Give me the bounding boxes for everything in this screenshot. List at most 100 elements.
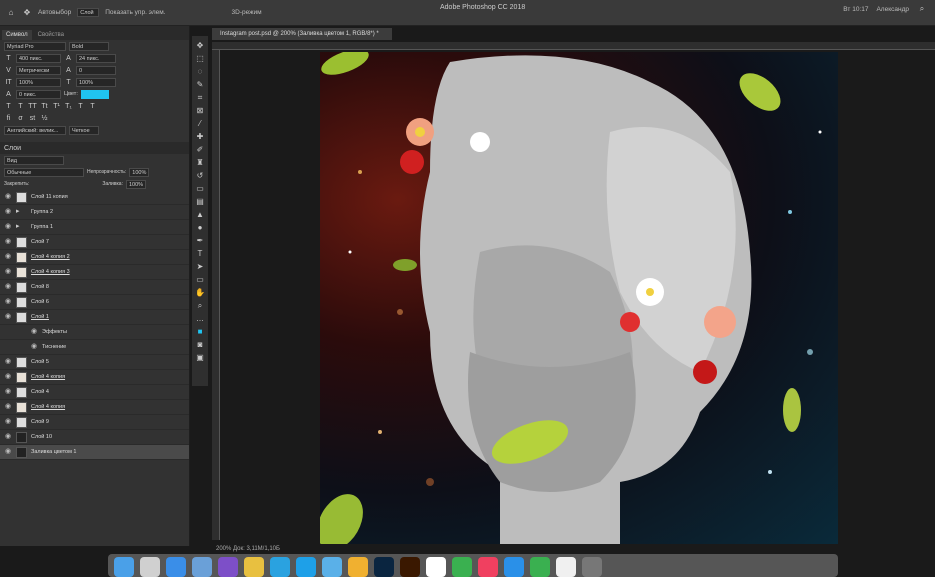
lasso-icon[interactable]: ◌ (194, 66, 206, 77)
layer-row[interactable]: ◉ Слой 1 (0, 310, 189, 325)
vscale-field[interactable]: 100% (16, 77, 61, 87)
color-swatch[interactable] (80, 89, 109, 99)
finder-icon[interactable] (114, 557, 134, 577)
font-family-field[interactable]: Myriad Pro (4, 41, 66, 51)
layer-row[interactable]: ◉ Слой 4 (0, 385, 189, 400)
hand-icon[interactable]: ✋ (194, 287, 206, 298)
autoselect-select[interactable]: Слой (77, 8, 100, 17)
visibility-eye-icon[interactable]: ◉ (4, 208, 12, 216)
layer-row[interactable]: ◉ Слой 6 (0, 295, 189, 310)
illustrator-icon[interactable] (400, 557, 420, 577)
move-icon[interactable]: ✥ (194, 40, 206, 51)
move-tool-icon[interactable]: ✥ (22, 8, 32, 18)
blur-icon[interactable]: ▲ (194, 209, 206, 220)
telegram-icon[interactable] (270, 557, 290, 577)
chrome-icon[interactable] (244, 557, 264, 577)
strikethrough-icon[interactable]: T (88, 102, 97, 111)
layer-row[interactable]: ◉ Тиснение (0, 340, 189, 355)
home-icon[interactable]: ⌂ (6, 8, 16, 18)
document-tab[interactable]: Instagram post.psd @ 200% (Заливка цвето… (212, 28, 392, 40)
shape-icon[interactable]: ▭ (194, 274, 206, 285)
layer-row[interactable]: ◉ ▸ Группа 2 (0, 205, 189, 220)
quick-select-icon[interactable]: ✎ (194, 79, 206, 90)
layer-row[interactable]: ◉ Слой 5 (0, 355, 189, 370)
visibility-eye-icon[interactable]: ◉ (30, 328, 38, 336)
crop-icon[interactable]: ⌗ (194, 92, 206, 103)
fraction-icon[interactable]: ½ (40, 114, 49, 123)
dodge-icon[interactable]: ● (194, 222, 206, 233)
document-canvas[interactable] (320, 52, 838, 544)
layer-row[interactable]: ◉ Слой 4 копия 3 (0, 265, 189, 280)
calendar-icon[interactable] (426, 557, 446, 577)
tab-character[interactable]: Символ (2, 30, 32, 40)
layer-row[interactable]: ◉ Слой 7 (0, 235, 189, 250)
layer-row[interactable]: ◉ ▸ Группа 1 (0, 220, 189, 235)
superscript-icon[interactable]: T¹ (52, 102, 61, 111)
screen-mode-icon[interactable]: ▣ (194, 352, 206, 363)
blend-mode-select[interactable]: Обычные (4, 167, 84, 177)
type-icon[interactable]: T (194, 248, 206, 259)
search-icon[interactable]: ⌕ (917, 4, 927, 14)
layer-row[interactable]: ◉ Слой 4 копия (0, 400, 189, 415)
visibility-eye-icon[interactable]: ◉ (4, 448, 12, 456)
font-size-field[interactable]: 400 пикс. (16, 53, 61, 63)
colors-icon[interactable]: ■ (194, 326, 206, 337)
visibility-eye-icon[interactable]: ◉ (4, 238, 12, 246)
layer-row[interactable]: ◉ Слой 8 (0, 280, 189, 295)
visibility-eye-icon[interactable]: ◉ (4, 418, 12, 426)
visibility-eye-icon[interactable]: ◉ (4, 223, 12, 231)
visibility-eye-icon[interactable]: ◉ (4, 433, 12, 441)
preview-icon[interactable] (192, 557, 212, 577)
launchpad-icon[interactable] (140, 557, 160, 577)
swash-icon[interactable]: st (28, 114, 37, 123)
more-tools-icon[interactable]: … (194, 313, 206, 324)
layers-title[interactable]: Слои (4, 145, 21, 152)
layer-row[interactable]: ◉ Эффекты (0, 325, 189, 340)
baseline-field[interactable]: 0 пикс. (16, 89, 61, 99)
visibility-eye-icon[interactable]: ◉ (4, 313, 12, 321)
music-icon[interactable] (478, 557, 498, 577)
quickmask-icon[interactable]: ◙ (194, 339, 206, 350)
marquee-icon[interactable]: ⬚ (194, 53, 206, 64)
visibility-eye-icon[interactable]: ◉ (4, 403, 12, 411)
history-brush-icon[interactable]: ↺ (194, 170, 206, 181)
skype-icon[interactable] (296, 557, 316, 577)
small-caps-icon[interactable]: Tt (40, 102, 49, 111)
stamp-icon[interactable]: ♜ (194, 157, 206, 168)
faux-italic-icon[interactable]: T (16, 102, 25, 111)
visibility-eye-icon[interactable]: ◉ (4, 253, 12, 261)
faux-bold-icon[interactable]: T (4, 102, 13, 111)
hscale-field[interactable]: 100% (76, 77, 116, 87)
facetime-icon[interactable] (452, 557, 472, 577)
photoshop-icon[interactable] (374, 557, 394, 577)
visibility-eye-icon[interactable]: ◉ (4, 268, 12, 276)
language-field[interactable]: Английский: велик... (4, 125, 66, 135)
viber-icon[interactable] (218, 557, 238, 577)
frame-icon[interactable]: ⊠ (194, 105, 206, 116)
ligature-icon[interactable]: fi (4, 114, 13, 123)
opacity-field[interactable]: 100% (129, 167, 150, 177)
numbers-icon[interactable] (530, 557, 550, 577)
layer-row[interactable]: ◉ Слой 10 (0, 430, 189, 445)
mail-icon[interactable] (322, 557, 342, 577)
layer-kind-select[interactable]: Вид (4, 155, 64, 165)
safari-icon[interactable] (166, 557, 186, 577)
layer-row[interactable]: ◉ Слой 4 копия (0, 370, 189, 385)
sketch-icon[interactable] (348, 557, 368, 577)
antialias-field[interactable]: Четкое (69, 125, 99, 135)
trash-icon[interactable] (582, 557, 602, 577)
appstore-icon[interactable] (504, 557, 524, 577)
brush-icon[interactable]: ✐ (194, 144, 206, 155)
show-transform-label[interactable]: Показать упр. элем. (105, 9, 165, 16)
kerning-field[interactable]: Метрически (16, 65, 61, 75)
visibility-eye-icon[interactable]: ◉ (4, 298, 12, 306)
user-name[interactable]: Александр (876, 6, 909, 13)
visibility-eye-icon[interactable]: ◉ (4, 358, 12, 366)
visibility-eye-icon[interactable]: ◉ (4, 193, 12, 201)
fill-field[interactable]: 100% (125, 179, 146, 189)
eraser-icon[interactable]: ▭ (194, 183, 206, 194)
font-style-field[interactable]: Bold (69, 41, 109, 51)
oldstyle-icon[interactable]: σ (16, 114, 25, 123)
zoom-icon[interactable]: ⌕ (194, 300, 206, 311)
path-select-icon[interactable]: ➤ (194, 261, 206, 272)
